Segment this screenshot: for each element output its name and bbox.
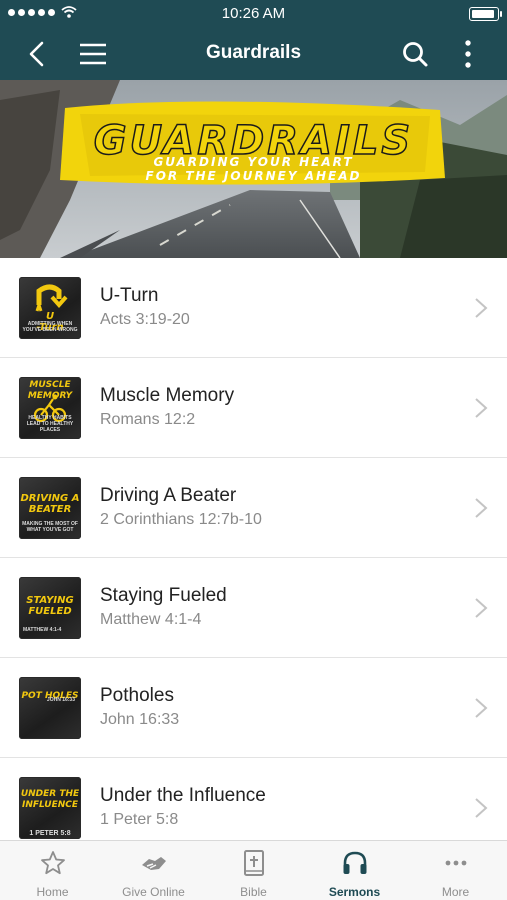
list-item[interactable]: POT HOLES JOHN 16:33 Potholes John 16:33 <box>0 658 507 758</box>
sermon-thumbnail: UNDER THE INFLUENCE 1 PETER 5:8 <box>19 777 81 839</box>
status-time: 10:26 AM <box>221 5 286 22</box>
sermon-title: Muscle Memory <box>100 385 235 406</box>
headphones-icon <box>343 851 366 874</box>
tab-label: Home <box>36 885 69 899</box>
sermon-reference: Matthew 4:1-4 <box>100 611 202 628</box>
thumbnail-text: DRIVING A BEATER <box>20 493 80 515</box>
sermon-title: Potholes <box>100 685 174 706</box>
list-item[interactable]: U -Turn ADMITTING WHEN YOU'VE BEEN WRONG… <box>0 258 507 358</box>
chevron-right-icon <box>475 498 488 518</box>
tab-label: Give Online <box>122 885 185 899</box>
sermon-reference: 1 Peter 5:8 <box>100 811 179 828</box>
chevron-right-icon <box>475 298 488 318</box>
thumbnail-caption: JOHN 16:33 <box>46 697 75 703</box>
battery-icon <box>469 7 502 21</box>
list-item[interactable]: DRIVING A BEATER MAKING THE MOST OF WHAT… <box>0 458 507 558</box>
back-chevron-icon[interactable] <box>22 38 54 70</box>
sermon-reference: John 16:33 <box>100 711 180 728</box>
tab-bar: Home Give Online Bible Sermons More <box>0 840 507 900</box>
more-dots-icon <box>445 860 466 866</box>
list-item[interactable]: STAYING FUELED MATTHEW 4:1-4 Staying Fue… <box>0 558 507 658</box>
tab-home[interactable]: Home <box>2 841 103 900</box>
star-icon <box>40 851 65 875</box>
tab-bible[interactable]: Bible <box>203 841 304 900</box>
thumbnail-caption: MAKING THE MOST OF WHAT YOU'VE GOT <box>22 521 78 533</box>
chevron-right-icon <box>475 598 488 618</box>
list-item[interactable]: MUSCLE MEMORY HEALTHY HABITS LEAD TO HEA… <box>0 358 507 458</box>
sermon-reference: Acts 3:19-20 <box>100 311 190 328</box>
banner-subtitle-line1: GUARDING YOUR HEART <box>153 155 354 169</box>
tab-more[interactable]: More <box>405 841 506 900</box>
thumbnail-caption: ADMITTING WHEN YOU'VE BEEN WRONG <box>22 321 78 333</box>
tab-label: Bible <box>240 885 267 899</box>
sermon-thumbnail: DRIVING A BEATER MAKING THE MOST OF WHAT… <box>19 477 81 539</box>
page-title: Guardrails <box>205 42 302 63</box>
hamburger-menu-icon[interactable] <box>78 40 108 68</box>
sermon-reference: 2 Corinthians 12:7b-10 <box>100 511 262 528</box>
search-icon[interactable] <box>400 39 430 69</box>
sermon-thumbnail: POT HOLES JOHN 16:33 <box>19 677 81 739</box>
chevron-right-icon <box>475 398 488 418</box>
tab-sermons[interactable]: Sermons <box>304 841 405 900</box>
sermon-title: Driving A Beater <box>100 485 237 506</box>
thumbnail-text: UNDER THE INFLUENCE <box>20 789 80 810</box>
chevron-right-icon <box>475 698 488 718</box>
vertical-more-icon[interactable] <box>458 38 478 70</box>
sermon-thumbnail: MUSCLE MEMORY HEALTHY HABITS LEAD TO HEA… <box>19 377 81 439</box>
nav-bar: Guardrails <box>0 28 507 80</box>
sermon-reference: Romans 12:2 <box>100 411 196 428</box>
sermon-list: U -Turn ADMITTING WHEN YOU'VE BEEN WRONG… <box>0 258 507 858</box>
series-banner: GUARDRAILS GUARDING YOUR HEART FOR THE J… <box>0 80 507 258</box>
handshake-icon <box>141 857 166 870</box>
sermon-title: Staying Fueled <box>100 585 227 606</box>
sermon-thumbnail: STAYING FUELED MATTHEW 4:1-4 <box>19 577 81 639</box>
thumbnail-text: STAYING FUELED <box>26 595 74 617</box>
sermon-title: U-Turn <box>100 285 159 306</box>
thumbnail-caption: HEALTHY HABITS LEAD TO HEALTHY PLACES <box>26 415 74 433</box>
bible-icon <box>243 850 264 876</box>
tab-label: Sermons <box>328 885 381 899</box>
banner-subtitle-line2: FOR THE JOURNEY AHEAD <box>145 169 362 183</box>
sermon-title: Under the Influence <box>100 785 266 806</box>
tab-label: More <box>441 885 470 899</box>
thumbnail-caption: MATTHEW 4:1-4 <box>23 627 62 633</box>
status-bar: 10:26 AM <box>0 0 507 28</box>
sermon-thumbnail: U -Turn ADMITTING WHEN YOU'VE BEEN WRONG <box>19 277 81 339</box>
tab-give-online[interactable]: Give Online <box>103 841 204 900</box>
chevron-right-icon <box>475 798 488 818</box>
thumbnail-caption: 1 PETER 5:8 <box>29 830 71 837</box>
